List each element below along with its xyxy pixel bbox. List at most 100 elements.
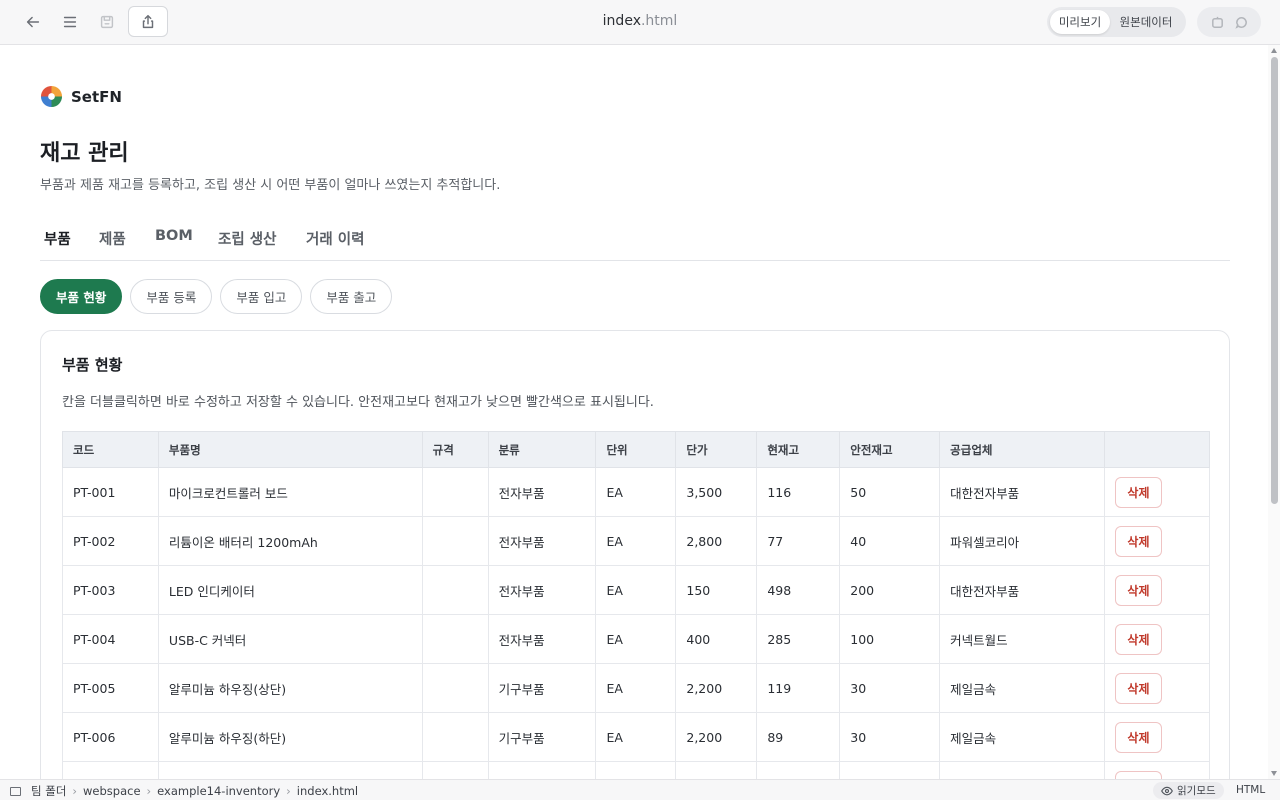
cell-price[interactable]: 150	[675, 565, 758, 615]
cell-supplier[interactable]	[939, 761, 1105, 779]
breadcrumb-item[interactable]: webspace	[83, 784, 141, 798]
delete-button[interactable]: 삭제	[1114, 721, 1162, 753]
cell-price[interactable]: 400	[675, 614, 758, 664]
read-mode-badge[interactable]: 읽기모드	[1153, 782, 1224, 799]
cell-spec[interactable]	[421, 565, 489, 615]
cell-spec[interactable]	[421, 467, 489, 517]
scroll-up-icon[interactable]	[1271, 48, 1277, 53]
cell-code[interactable]: PT-004	[62, 614, 159, 664]
header-safety-stock[interactable]: 안전재고	[839, 431, 941, 468]
cell-name[interactable]: LED 인디케이터	[157, 565, 423, 615]
header-price[interactable]: 단가	[675, 431, 758, 468]
cell-safety-stock[interactable]: 40	[839, 516, 941, 566]
header-supplier[interactable]: 공급업체	[939, 431, 1105, 468]
header-category[interactable]: 분류	[487, 431, 597, 468]
cell-code[interactable]: PT-003	[62, 565, 159, 615]
cell-code[interactable]: PT-005	[62, 663, 159, 713]
cell-category[interactable]: 전자부품	[487, 614, 597, 664]
cell-safety-stock[interactable]: 30	[839, 712, 941, 762]
breadcrumb-item[interactable]: example14-inventory	[157, 784, 280, 798]
header-spec[interactable]: 규격	[421, 431, 489, 468]
cell-stock[interactable]	[756, 761, 841, 779]
cell-price[interactable]: 2,200	[675, 712, 758, 762]
cell-category[interactable]: 기구부품	[487, 712, 597, 762]
header-unit[interactable]: 단위	[595, 431, 677, 468]
cell-price[interactable]: 3,500	[675, 467, 758, 517]
tab-transactions[interactable]: 거래 이력	[306, 228, 364, 249]
header-name[interactable]: 부품명	[157, 431, 423, 468]
cell-name[interactable]: 알루미늄 하우징(하단)	[157, 712, 423, 762]
cell-name[interactable]: 알루미늄 하우징(상단)	[157, 663, 423, 713]
cell-spec[interactable]	[421, 614, 489, 664]
cell-safety-stock[interactable]	[839, 761, 941, 779]
delete-button[interactable]: 삭제	[1114, 770, 1162, 779]
cell-safety-stock[interactable]: 200	[839, 565, 941, 615]
cell-supplier[interactable]: 대한전자부품	[939, 565, 1105, 615]
cell-unit[interactable]	[595, 761, 677, 779]
cell-safety-stock[interactable]: 30	[839, 663, 941, 713]
cell-price[interactable]: 2,800	[675, 516, 758, 566]
delete-button[interactable]: 삭제	[1114, 574, 1162, 606]
cell-spec[interactable]	[421, 516, 489, 566]
subtab-parts-status[interactable]: 부품 현황	[40, 279, 123, 314]
ai-assistant-icon[interactable]	[1210, 15, 1225, 30]
cell-price[interactable]	[675, 761, 758, 779]
cell-unit[interactable]: EA	[595, 712, 677, 762]
language-indicator[interactable]: HTML	[1236, 784, 1265, 796]
tab-parts[interactable]: 부품	[44, 228, 71, 249]
subtab-parts-outbound[interactable]: 부품 출고	[310, 279, 393, 314]
cell-spec[interactable]	[421, 663, 489, 713]
cell-supplier[interactable]: 파워셀코리아	[939, 516, 1105, 566]
cell-unit[interactable]: EA	[595, 614, 677, 664]
cell-name[interactable]: 마이크로컨트롤러 보드	[157, 467, 423, 517]
cell-stock[interactable]: 285	[756, 614, 841, 664]
cell-category[interactable]	[487, 761, 597, 779]
cell-safety-stock[interactable]: 50	[839, 467, 941, 517]
cell-category[interactable]: 기구부품	[487, 663, 597, 713]
cell-unit[interactable]: EA	[595, 516, 677, 566]
breadcrumb-item[interactable]: index.html	[297, 784, 358, 798]
tab-products[interactable]: 제품	[99, 228, 126, 249]
cell-code[interactable]: PT-002	[62, 516, 159, 566]
delete-button[interactable]: 삭제	[1114, 623, 1162, 655]
cell-name[interactable]	[157, 761, 423, 779]
preview-mode-button[interactable]: 미리보기	[1050, 10, 1110, 34]
cell-code[interactable]: PT-006	[62, 712, 159, 762]
cell-supplier[interactable]: 제일금속	[939, 712, 1105, 762]
subtab-parts-register[interactable]: 부품 등록	[130, 279, 213, 314]
cell-stock[interactable]: 119	[756, 663, 841, 713]
cell-supplier[interactable]: 제일금속	[939, 663, 1105, 713]
scroll-down-icon[interactable]	[1271, 771, 1277, 776]
cell-category[interactable]: 전자부품	[487, 565, 597, 615]
cell-name[interactable]: USB-C 커넥터	[157, 614, 423, 664]
cell-stock[interactable]: 116	[756, 467, 841, 517]
cell-unit[interactable]: EA	[595, 565, 677, 615]
cell-spec[interactable]	[421, 761, 489, 779]
scrollbar-thumb[interactable]	[1271, 57, 1278, 504]
cell-unit[interactable]: EA	[595, 467, 677, 517]
delete-button[interactable]: 삭제	[1114, 525, 1162, 557]
cell-spec[interactable]	[421, 712, 489, 762]
delete-button[interactable]: 삭제	[1114, 476, 1162, 508]
comment-icon[interactable]	[1234, 15, 1249, 30]
header-stock[interactable]: 현재고	[756, 431, 841, 468]
header-code[interactable]: 코드	[62, 431, 159, 468]
cell-category[interactable]: 전자부품	[487, 467, 597, 517]
tab-assembly[interactable]: 조립 생산	[218, 228, 276, 249]
cell-price[interactable]: 2,200	[675, 663, 758, 713]
cell-stock[interactable]: 498	[756, 565, 841, 615]
cell-unit[interactable]: EA	[595, 663, 677, 713]
cell-stock[interactable]: 89	[756, 712, 841, 762]
cell-supplier[interactable]: 대한전자부품	[939, 467, 1105, 517]
breadcrumb-item[interactable]: 팀 폴더	[31, 783, 66, 799]
cell-supplier[interactable]: 커넥트월드	[939, 614, 1105, 664]
cell-category[interactable]: 전자부품	[487, 516, 597, 566]
cell-safety-stock[interactable]: 100	[839, 614, 941, 664]
tab-bom[interactable]: BOM	[155, 228, 193, 244]
subtab-parts-inbound[interactable]: 부품 입고	[220, 279, 303, 314]
delete-button[interactable]: 삭제	[1114, 672, 1162, 704]
cell-name[interactable]: 리튬이온 배터리 1200mAh	[157, 516, 423, 566]
cell-stock[interactable]: 77	[756, 516, 841, 566]
cell-code[interactable]: PT-001	[62, 467, 159, 517]
cell-code[interactable]	[62, 761, 159, 779]
